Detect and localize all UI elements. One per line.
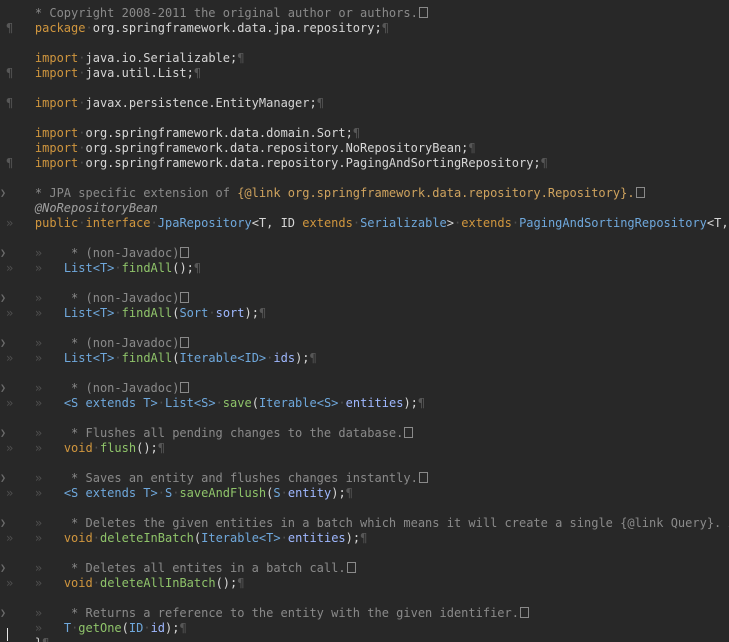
fold-marker-icon[interactable] [346,562,356,573]
keyword: extends [302,216,353,230]
import-line: import·org.springframework.data.reposito… [34,156,548,170]
method-signature: » T·getOne(ID·id);¶ [34,621,187,635]
method-name: findAll [121,351,173,365]
empty-line: » [6,486,14,500]
text-cursor [7,628,8,641]
param-name: entity [287,486,332,500]
code-line: package·org.springframework.data.jpa.rep… [34,21,389,35]
import-path: java.util.List; [85,66,194,80]
import-line: import·org.springframework.data.reposito… [34,141,476,155]
empty-line: » [0,216,13,231]
pilcrow-icon: ¶ [6,96,14,110]
method-signature: » List<T>·findAll(Sort·sort);¶ [34,306,267,320]
keyword: package [34,21,86,35]
keyword: public [34,216,79,230]
param-name: ids [273,351,296,365]
pilcrow-icon: ¶ [6,156,14,170]
method-signature: » <S extends T>·S·saveAndFlush(S·entity)… [34,486,353,500]
method-comment: ❯» * (non-Javadoc) [0,276,190,305]
empty-line: » [6,351,14,365]
empty-line: » [6,441,14,455]
import-line: import·org.springframework.data.domain.S… [34,126,361,140]
import-line: import·javax.persistence.EntityManager;¶ [34,96,324,110]
empty-line: ¶ [0,66,13,81]
pilcrow-icon: ¶ [6,66,14,80]
method-name: findAll [121,261,173,275]
pilcrow-icon: ¶ [381,21,389,35]
empty-line: » [6,576,14,590]
keyword: import [34,96,79,110]
tab-marker-icon: » [6,216,14,230]
empty-line: » [6,396,14,410]
method-signature: » void·flush();¶ [34,441,166,455]
method-name: saveAndFlush [179,486,267,500]
method-signature: » <S extends T>·List<S>·save(Iterable<S>… [34,396,426,410]
method-comment: ❯» * Deletes the given entities in a bat… [0,516,729,530]
javadoc-line: ❯ * JPA specific extension of {@link org.… [0,171,645,200]
annotation-line: @NoRepositoryBean [0,186,158,215]
method-comment: ❯» * (non-Javadoc) [0,366,190,395]
empty-line: » [6,531,14,545]
fold-marker-icon[interactable] [404,427,414,438]
param-name: entities [345,396,404,410]
method-name: deleteAllInBatch [99,576,216,590]
interface-declaration: public·interface·JpaRepository<T, ID ext… [34,216,729,230]
method-signature: » void·deleteAllInBatch();¶ [34,576,245,590]
pilcrow-icon: ¶ [316,96,324,110]
method-name: save [222,396,252,410]
import-line: import·java.io.Serializable;¶ [34,51,245,65]
method-signature: » List<T>·findAll(Iterable<ID>·ids);¶ [34,351,317,365]
super-interface: PagingAndSortingRepository [519,216,707,230]
method-comment: ❯» * Flushes all pending changes to the … [0,411,414,440]
method-comment: ❯» * (non-Javadoc) [0,231,190,260]
pilcrow-icon: ¶ [193,66,202,80]
import-line: import·java.util.List;¶ [34,66,202,80]
package-name: org.springframework.data.jpa.repository; [92,21,382,35]
empty-line: ¶ [0,21,13,36]
interface-name: JpaRepository [157,216,252,230]
empty-line: ¶ [0,156,13,171]
code-editor[interactable]: * Copyright 2008-2011 the original autho… [0,0,729,642]
method-signature: » List<T>·findAll();¶ [34,261,202,275]
method-name: deleteInBatch [99,531,194,545]
pilcrow-icon: ¶ [6,21,14,35]
fold-marker-icon[interactable] [519,607,529,618]
keyword: interface [85,216,151,230]
empty-line: ¶ [0,96,13,111]
param-name: sort [215,306,245,320]
fold-marker-icon[interactable] [635,187,645,198]
empty-line: » [6,261,14,275]
method-name: getOne [78,621,122,635]
method-comment: ❯» * Deletes all entites in a batch call… [0,546,356,575]
method-comment: ❯» * Returns a reference to the entity w… [0,591,529,620]
pilcrow-icon: ¶ [540,156,548,170]
import-path: org.springframework.data.repository.Pagi… [85,156,541,170]
param-name: entities [287,531,346,545]
method-comment: ❯» * (non-Javadoc) [0,321,190,350]
javadoc-link: {@link org.springframework.data.reposito… [237,186,635,200]
method-signature: » void·deleteInBatch(Iterable<T>·entitie… [34,531,368,545]
pilcrow-icon: ¶ [237,51,245,65]
keyword: extends [461,216,512,230]
method-name: flush [99,441,137,455]
method-name: findAll [121,306,173,320]
fold-marker-icon[interactable] [418,472,428,483]
keyword: import [34,156,79,170]
keyword: import [34,66,79,80]
param-name: id [150,621,166,635]
fold-marker-icon[interactable] [418,7,428,18]
method-comment: ❯» * Saves an entity and flushes changes… [0,456,428,485]
empty-line: » [6,306,14,320]
import-path: javax.persistence.EntityManager; [85,96,317,110]
